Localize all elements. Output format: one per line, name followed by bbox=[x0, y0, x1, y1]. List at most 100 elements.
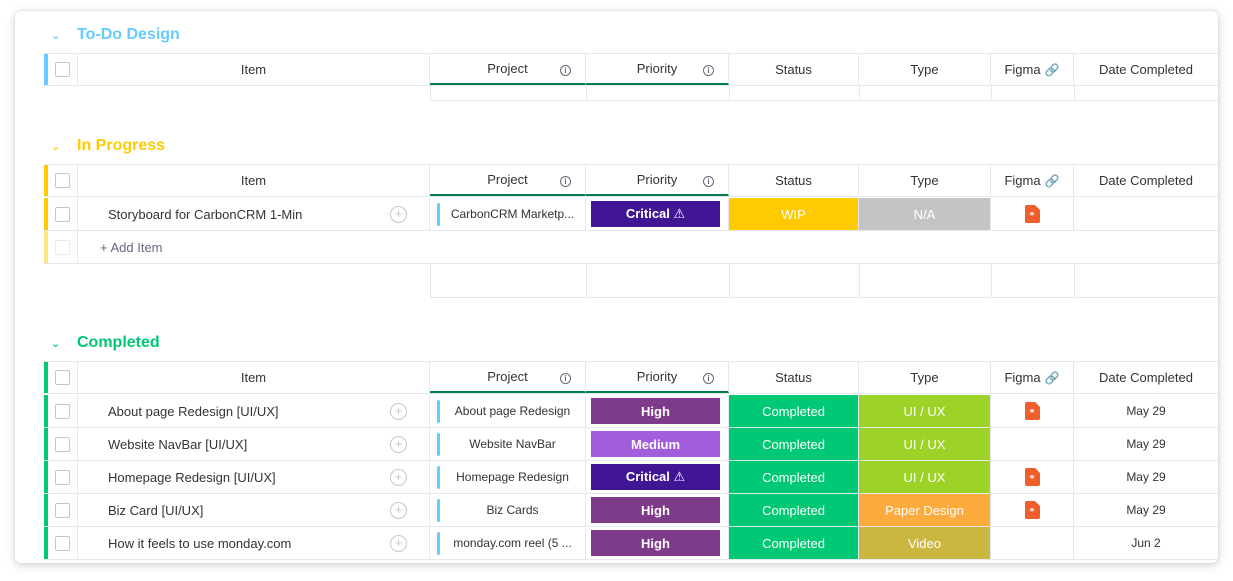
chevron-down-icon[interactable]: ⌄ bbox=[51, 337, 69, 350]
item-name[interactable]: Homepage Redesign [UI/UX] bbox=[78, 470, 370, 485]
column-header-priority[interactable]: Priority i bbox=[586, 165, 729, 196]
table-row[interactable]: Biz Card [UI/UX] + Biz Cards High Complet… bbox=[44, 494, 1218, 527]
column-header-figma[interactable]: Figma 🔗 bbox=[991, 362, 1074, 393]
item-cell[interactable]: Website NavBar [UI/UX] + bbox=[78, 428, 430, 460]
project-cell[interactable]: Homepage Redesign bbox=[430, 461, 586, 493]
figma-file-icon[interactable]: ⚭ bbox=[1024, 468, 1040, 486]
type-cell[interactable]: N/A bbox=[859, 198, 991, 230]
select-all-checkbox[interactable] bbox=[55, 173, 70, 188]
info-icon[interactable]: i bbox=[703, 176, 714, 187]
column-header-type[interactable]: Type bbox=[859, 362, 991, 393]
table-row[interactable]: Homepage Redesign [UI/UX] + Homepage Rede… bbox=[44, 461, 1218, 494]
select-all-cell[interactable] bbox=[48, 362, 78, 393]
type-cell[interactable]: UI / UX bbox=[859, 395, 991, 427]
row-select-cell[interactable] bbox=[48, 494, 78, 526]
info-icon[interactable]: i bbox=[703, 65, 714, 76]
project-cell[interactable]: Biz Cards bbox=[430, 494, 586, 526]
column-header-project[interactable]: Project i bbox=[430, 54, 586, 85]
status-cell[interactable]: WIP bbox=[729, 198, 859, 230]
row-select-cell[interactable] bbox=[48, 527, 78, 559]
item-name[interactable]: Storyboard for CarbonCRM 1-Min bbox=[78, 207, 370, 222]
row-select-cell[interactable] bbox=[48, 461, 78, 493]
column-header-project[interactable]: Project i bbox=[430, 362, 586, 393]
table-row[interactable]: How it feels to use monday.com + monday.c… bbox=[44, 527, 1218, 560]
column-header-project[interactable]: Project i bbox=[430, 165, 586, 196]
column-header-priority[interactable]: Priority i bbox=[586, 54, 729, 85]
status-cell[interactable]: Completed bbox=[729, 527, 859, 559]
add-update-icon[interactable]: + bbox=[390, 502, 407, 519]
column-header-item[interactable]: Item bbox=[78, 54, 430, 85]
row-checkbox[interactable] bbox=[55, 535, 70, 551]
column-header-figma[interactable]: Figma 🔗 bbox=[991, 165, 1074, 196]
column-header-figma[interactable]: Figma 🔗 bbox=[991, 54, 1074, 85]
figma-cell[interactable]: ⚭ bbox=[991, 494, 1074, 526]
item-name[interactable]: Website NavBar [UI/UX] bbox=[78, 437, 370, 452]
column-header-priority[interactable]: Priority i bbox=[586, 362, 729, 393]
status-cell[interactable]: Completed bbox=[729, 395, 859, 427]
date-cell[interactable]: May 29 bbox=[1074, 428, 1218, 460]
priority-cell[interactable]: Critical ⚠ bbox=[586, 198, 729, 230]
item-cell[interactable]: About page Redesign [UI/UX] + bbox=[78, 395, 430, 427]
status-cell[interactable]: Completed bbox=[729, 428, 859, 460]
column-header-item[interactable]: Item bbox=[78, 362, 430, 393]
item-cell[interactable]: Homepage Redesign [UI/UX] + bbox=[78, 461, 430, 493]
select-all-cell[interactable] bbox=[48, 54, 78, 85]
chevron-down-icon[interactable]: ⌄ bbox=[51, 29, 69, 42]
group-title-completed[interactable]: ⌄ Completed bbox=[51, 333, 160, 353]
type-cell[interactable]: Video bbox=[859, 527, 991, 559]
row-select-cell[interactable] bbox=[48, 198, 78, 230]
select-all-checkbox[interactable] bbox=[55, 62, 70, 77]
column-header-date[interactable]: Date Completed bbox=[1074, 362, 1218, 393]
type-cell[interactable]: UI / UX bbox=[859, 428, 991, 460]
add-item-cell[interactable]: + Add Item bbox=[78, 231, 1218, 263]
priority-cell[interactable]: High bbox=[586, 494, 729, 526]
type-cell[interactable]: UI / UX bbox=[859, 461, 991, 493]
column-header-type[interactable]: Type bbox=[859, 54, 991, 85]
table-row[interactable]: About page Redesign [UI/UX] + About page … bbox=[44, 395, 1218, 428]
item-name[interactable]: Biz Card [UI/UX] bbox=[78, 503, 370, 518]
row-select-cell[interactable] bbox=[48, 395, 78, 427]
priority-cell[interactable]: High bbox=[586, 527, 729, 559]
item-cell[interactable]: Biz Card [UI/UX] + bbox=[78, 494, 430, 526]
figma-cell[interactable] bbox=[991, 428, 1074, 460]
column-header-item[interactable]: Item bbox=[78, 165, 430, 196]
item-name[interactable]: How it feels to use monday.com bbox=[78, 536, 370, 551]
date-cell[interactable]: May 29 bbox=[1074, 461, 1218, 493]
project-cell[interactable]: CarbonCRM Marketp... bbox=[430, 198, 586, 230]
item-name[interactable]: About page Redesign [UI/UX] bbox=[78, 404, 370, 419]
date-cell[interactable] bbox=[1074, 198, 1218, 230]
row-checkbox[interactable] bbox=[55, 469, 70, 485]
info-icon[interactable]: i bbox=[560, 176, 571, 187]
figma-file-icon[interactable]: ⚭ bbox=[1024, 402, 1040, 420]
item-cell[interactable]: Storyboard for CarbonCRM 1-Min + bbox=[78, 198, 430, 230]
status-cell[interactable]: Completed bbox=[729, 494, 859, 526]
column-header-date[interactable]: Date Completed bbox=[1074, 54, 1218, 85]
info-icon[interactable]: i bbox=[560, 65, 571, 76]
column-header-status[interactable]: Status bbox=[729, 54, 859, 85]
row-select-cell[interactable] bbox=[48, 428, 78, 460]
figma-cell[interactable]: ⚭ bbox=[991, 198, 1074, 230]
project-cell[interactable]: About page Redesign bbox=[430, 395, 586, 427]
figma-cell[interactable]: ⚭ bbox=[991, 461, 1074, 493]
add-update-icon[interactable]: + bbox=[390, 469, 407, 486]
select-all-checkbox[interactable] bbox=[55, 370, 70, 385]
priority-cell[interactable]: Critical ⚠ bbox=[586, 461, 729, 493]
add-update-icon[interactable]: + bbox=[390, 206, 407, 223]
add-update-icon[interactable]: + bbox=[390, 535, 407, 552]
group-title-todo[interactable]: ⌄ To-Do Design bbox=[51, 25, 180, 45]
table-row[interactable]: Website NavBar [UI/UX] + Website NavBar M… bbox=[44, 428, 1218, 461]
figma-file-icon[interactable]: ⚭ bbox=[1024, 205, 1040, 223]
row-checkbox[interactable] bbox=[55, 502, 70, 518]
type-cell[interactable]: Paper Design bbox=[859, 494, 991, 526]
table-row[interactable]: Storyboard for CarbonCRM 1-Min + CarbonCR… bbox=[44, 198, 1218, 231]
project-cell[interactable]: Website NavBar bbox=[430, 428, 586, 460]
figma-file-icon[interactable]: ⚭ bbox=[1024, 501, 1040, 519]
add-update-icon[interactable]: + bbox=[390, 436, 407, 453]
column-header-status[interactable]: Status bbox=[729, 165, 859, 196]
date-cell[interactable]: Jun 2 bbox=[1074, 527, 1218, 559]
item-cell[interactable]: How it feels to use monday.com + bbox=[78, 527, 430, 559]
column-header-date[interactable]: Date Completed bbox=[1074, 165, 1218, 196]
figma-cell[interactable]: ⚭ bbox=[991, 395, 1074, 427]
status-cell[interactable]: Completed bbox=[729, 461, 859, 493]
date-cell[interactable]: May 29 bbox=[1074, 494, 1218, 526]
